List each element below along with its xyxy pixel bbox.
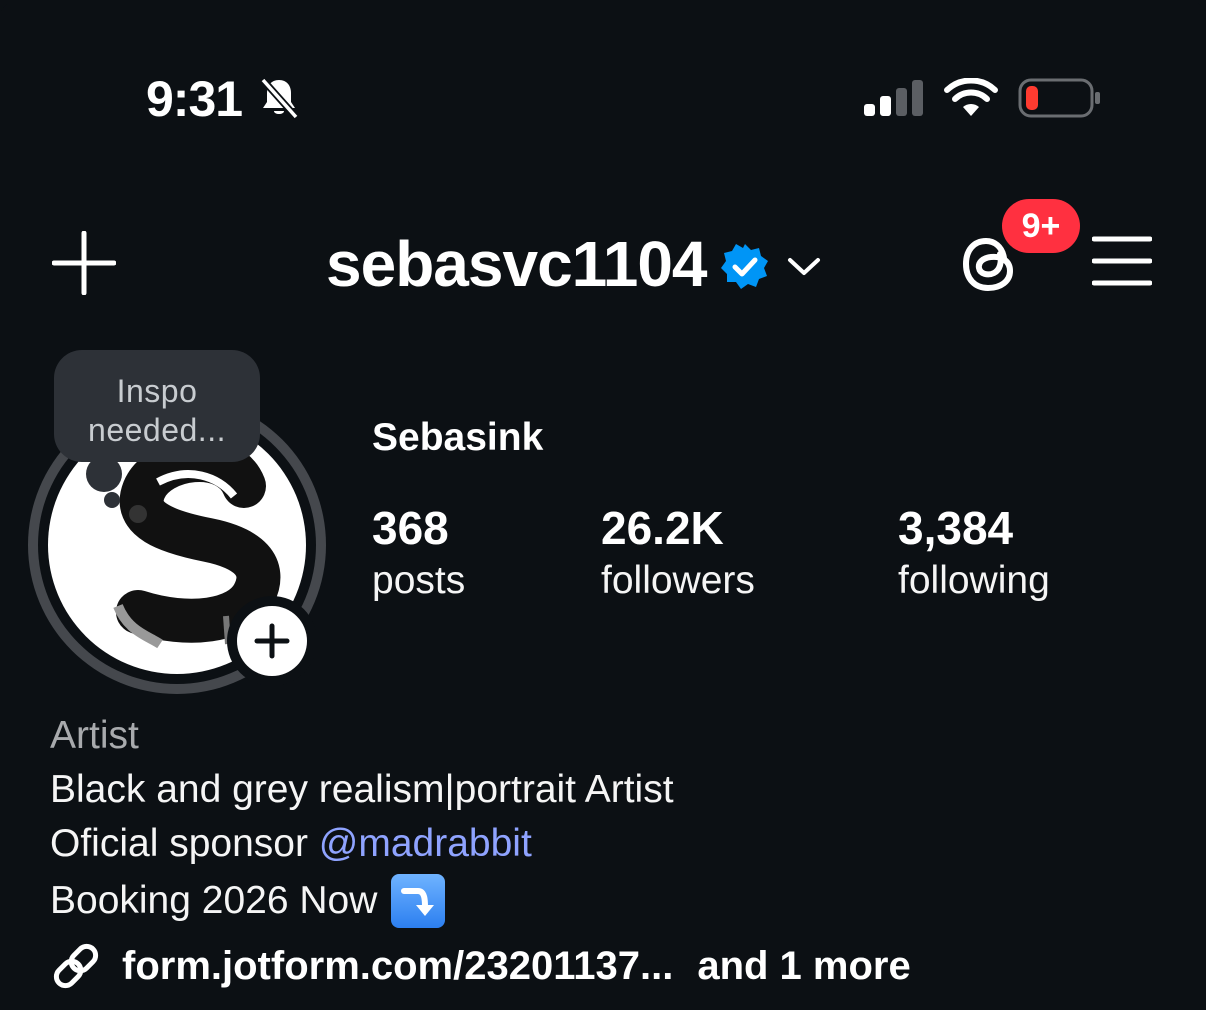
bio-text: Booking 2026 Now — [50, 879, 378, 922]
display-name: Sebasink — [372, 416, 544, 459]
stat-followers[interactable]: 26.2K followers — [601, 500, 755, 606]
mention-link[interactable]: @madrabbit — [319, 822, 532, 865]
right-arrow-curving-down-icon — [391, 874, 446, 928]
bio-line: Black and grey realism|portrait Artist — [50, 768, 674, 811]
chevron-down-icon — [787, 258, 820, 275]
wifi-icon — [944, 78, 998, 116]
stat-posts[interactable]: 368 posts — [372, 500, 465, 606]
link-url[interactable]: form.jotform.com/23201137... — [122, 944, 673, 989]
verified-badge-icon — [720, 244, 768, 289]
note-bubble[interactable]: Inspo needed... — [54, 350, 260, 462]
stat-label: followers — [601, 559, 755, 602]
battery-low-icon — [1018, 78, 1100, 118]
stat-following[interactable]: 3,384 following — [898, 500, 1050, 606]
link-icon — [53, 943, 99, 989]
stat-value: 368 — [372, 502, 449, 554]
bio-line: Oficial sponsor @madrabbit — [50, 820, 532, 868]
bell-slash-icon — [260, 77, 299, 120]
bio-links[interactable]: form.jotform.com/23201137... and 1 more — [50, 940, 911, 992]
status-time: 9:31 — [146, 71, 243, 127]
more-links[interactable]: and 1 more — [697, 944, 910, 989]
hamburger-menu-icon[interactable] — [1092, 236, 1152, 286]
stat-value: 3,384 — [898, 502, 1014, 554]
stat-label: following — [898, 559, 1050, 602]
account-switcher[interactable]: sebasvc1104 — [326, 224, 821, 304]
profile-screen: 9:31 sebasvc1104 9+ Inspo needed... Seba… — [0, 0, 1206, 1010]
notification-badge: 9+ — [1002, 199, 1080, 253]
bio-line: Booking 2026 Now — [50, 874, 446, 928]
plus-icon — [254, 623, 290, 659]
cellular-signal-icon — [864, 80, 923, 116]
username: sebasvc1104 — [326, 228, 707, 300]
add-story-button[interactable] — [227, 596, 317, 686]
note-bubble-tail-small — [104, 492, 120, 508]
stat-value: 26.2K — [601, 502, 724, 554]
stat-label: posts — [372, 559, 466, 602]
plus-icon[interactable] — [52, 231, 116, 295]
profile-category: Artist — [50, 714, 139, 757]
bio-text: Oficial sponsor — [50, 822, 319, 865]
